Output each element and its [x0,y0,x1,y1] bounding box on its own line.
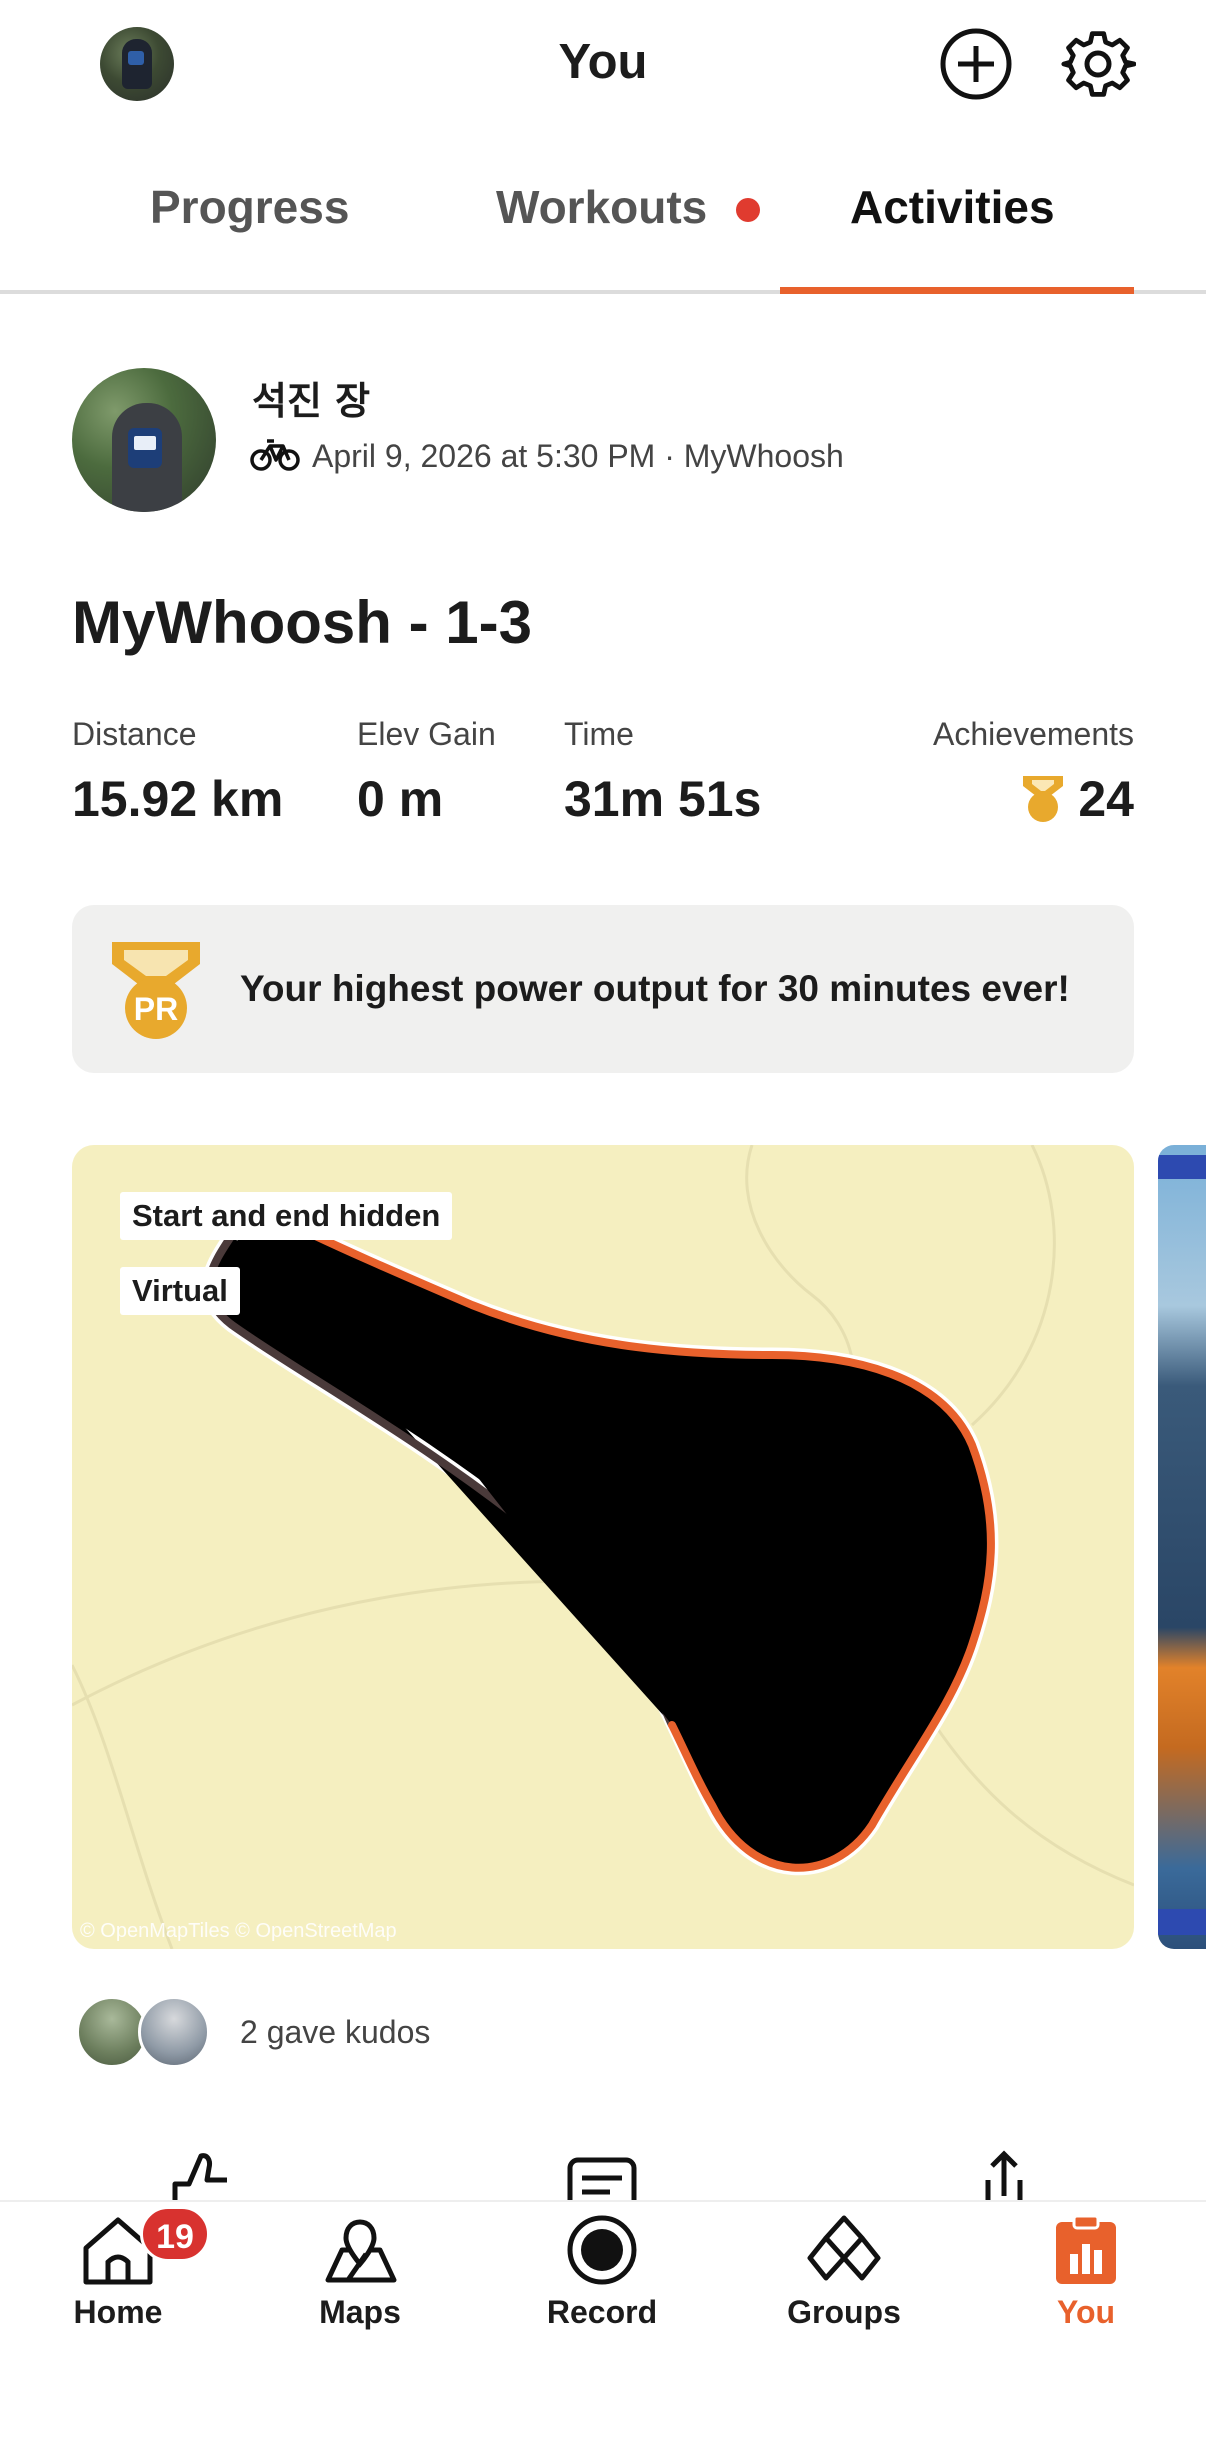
time-value: 31m 51s [564,771,762,827]
tab-progress[interactable]: Progress [150,180,349,234]
you-clipboard-icon [1056,2214,1116,2284]
athlete-avatar[interactable] [72,368,216,512]
kudos-avatar[interactable] [138,1996,210,2068]
kudos-text[interactable]: 2 gave kudos [240,2014,430,2051]
medal-icon [1020,774,1066,824]
groups-icon [807,2215,881,2281]
route-map[interactable]: Start and end hidden Virtual © OpenMapTi… [72,1145,1134,1949]
athlete-name[interactable]: 석진 장 [252,370,370,425]
elev-gain-label: Elev Gain [357,716,496,752]
nav-record[interactable]: Record [502,2214,702,2331]
record-icon [567,2215,637,2285]
tab-activities[interactable]: Activities [850,180,1055,234]
nav-you-label: You [1056,2294,1116,2330]
nav-groups[interactable]: Groups [744,2214,944,2331]
gear-icon[interactable] [1060,26,1137,102]
notification-badge: 19 [140,2206,210,2262]
nav-maps-label: Maps [319,2294,401,2330]
distance-value: 15.92 km [72,771,284,827]
notification-dot [736,198,760,222]
add-icon[interactable] [938,26,1014,102]
nav-home-label: Home [73,2294,163,2330]
map-tag-start-end-hidden: Start and end hidden [120,1192,453,1240]
map-attribution: © OpenMapTiles © OpenStreetMap [80,1920,397,1942]
page-title: You [558,35,648,89]
bike-icon [250,436,300,472]
elev-gain-value: 0 m [357,771,444,827]
activity-title[interactable]: MyWhoosh - 1-3 [72,588,532,657]
achievements-value[interactable]: 24 [1078,770,1134,828]
tab-workouts[interactable]: Workouts [496,180,707,234]
activity-photo-thumbnail[interactable] [1158,1145,1206,1949]
pr-message: Your highest power output for 30 minutes… [240,968,1070,1009]
nav-record-label: Record [546,2294,658,2330]
pr-medal-icon: PR [108,938,204,1042]
time-label: Time [564,716,634,752]
nav-maps[interactable]: Maps [260,2214,460,2331]
active-tab-indicator [780,287,1134,294]
map-tag-virtual: Virtual [120,1267,240,1315]
maps-icon [325,2219,397,2283]
achievements-label: Achievements [933,716,1134,752]
pr-badge-text: PR [134,991,178,1027]
distance-label: Distance [72,716,197,752]
nav-groups-label: Groups [787,2294,901,2330]
activity-meta: April 9, 2026 at 5:30 PM · MyWhoosh [312,438,844,474]
nav-you[interactable]: You [986,2214,1186,2331]
